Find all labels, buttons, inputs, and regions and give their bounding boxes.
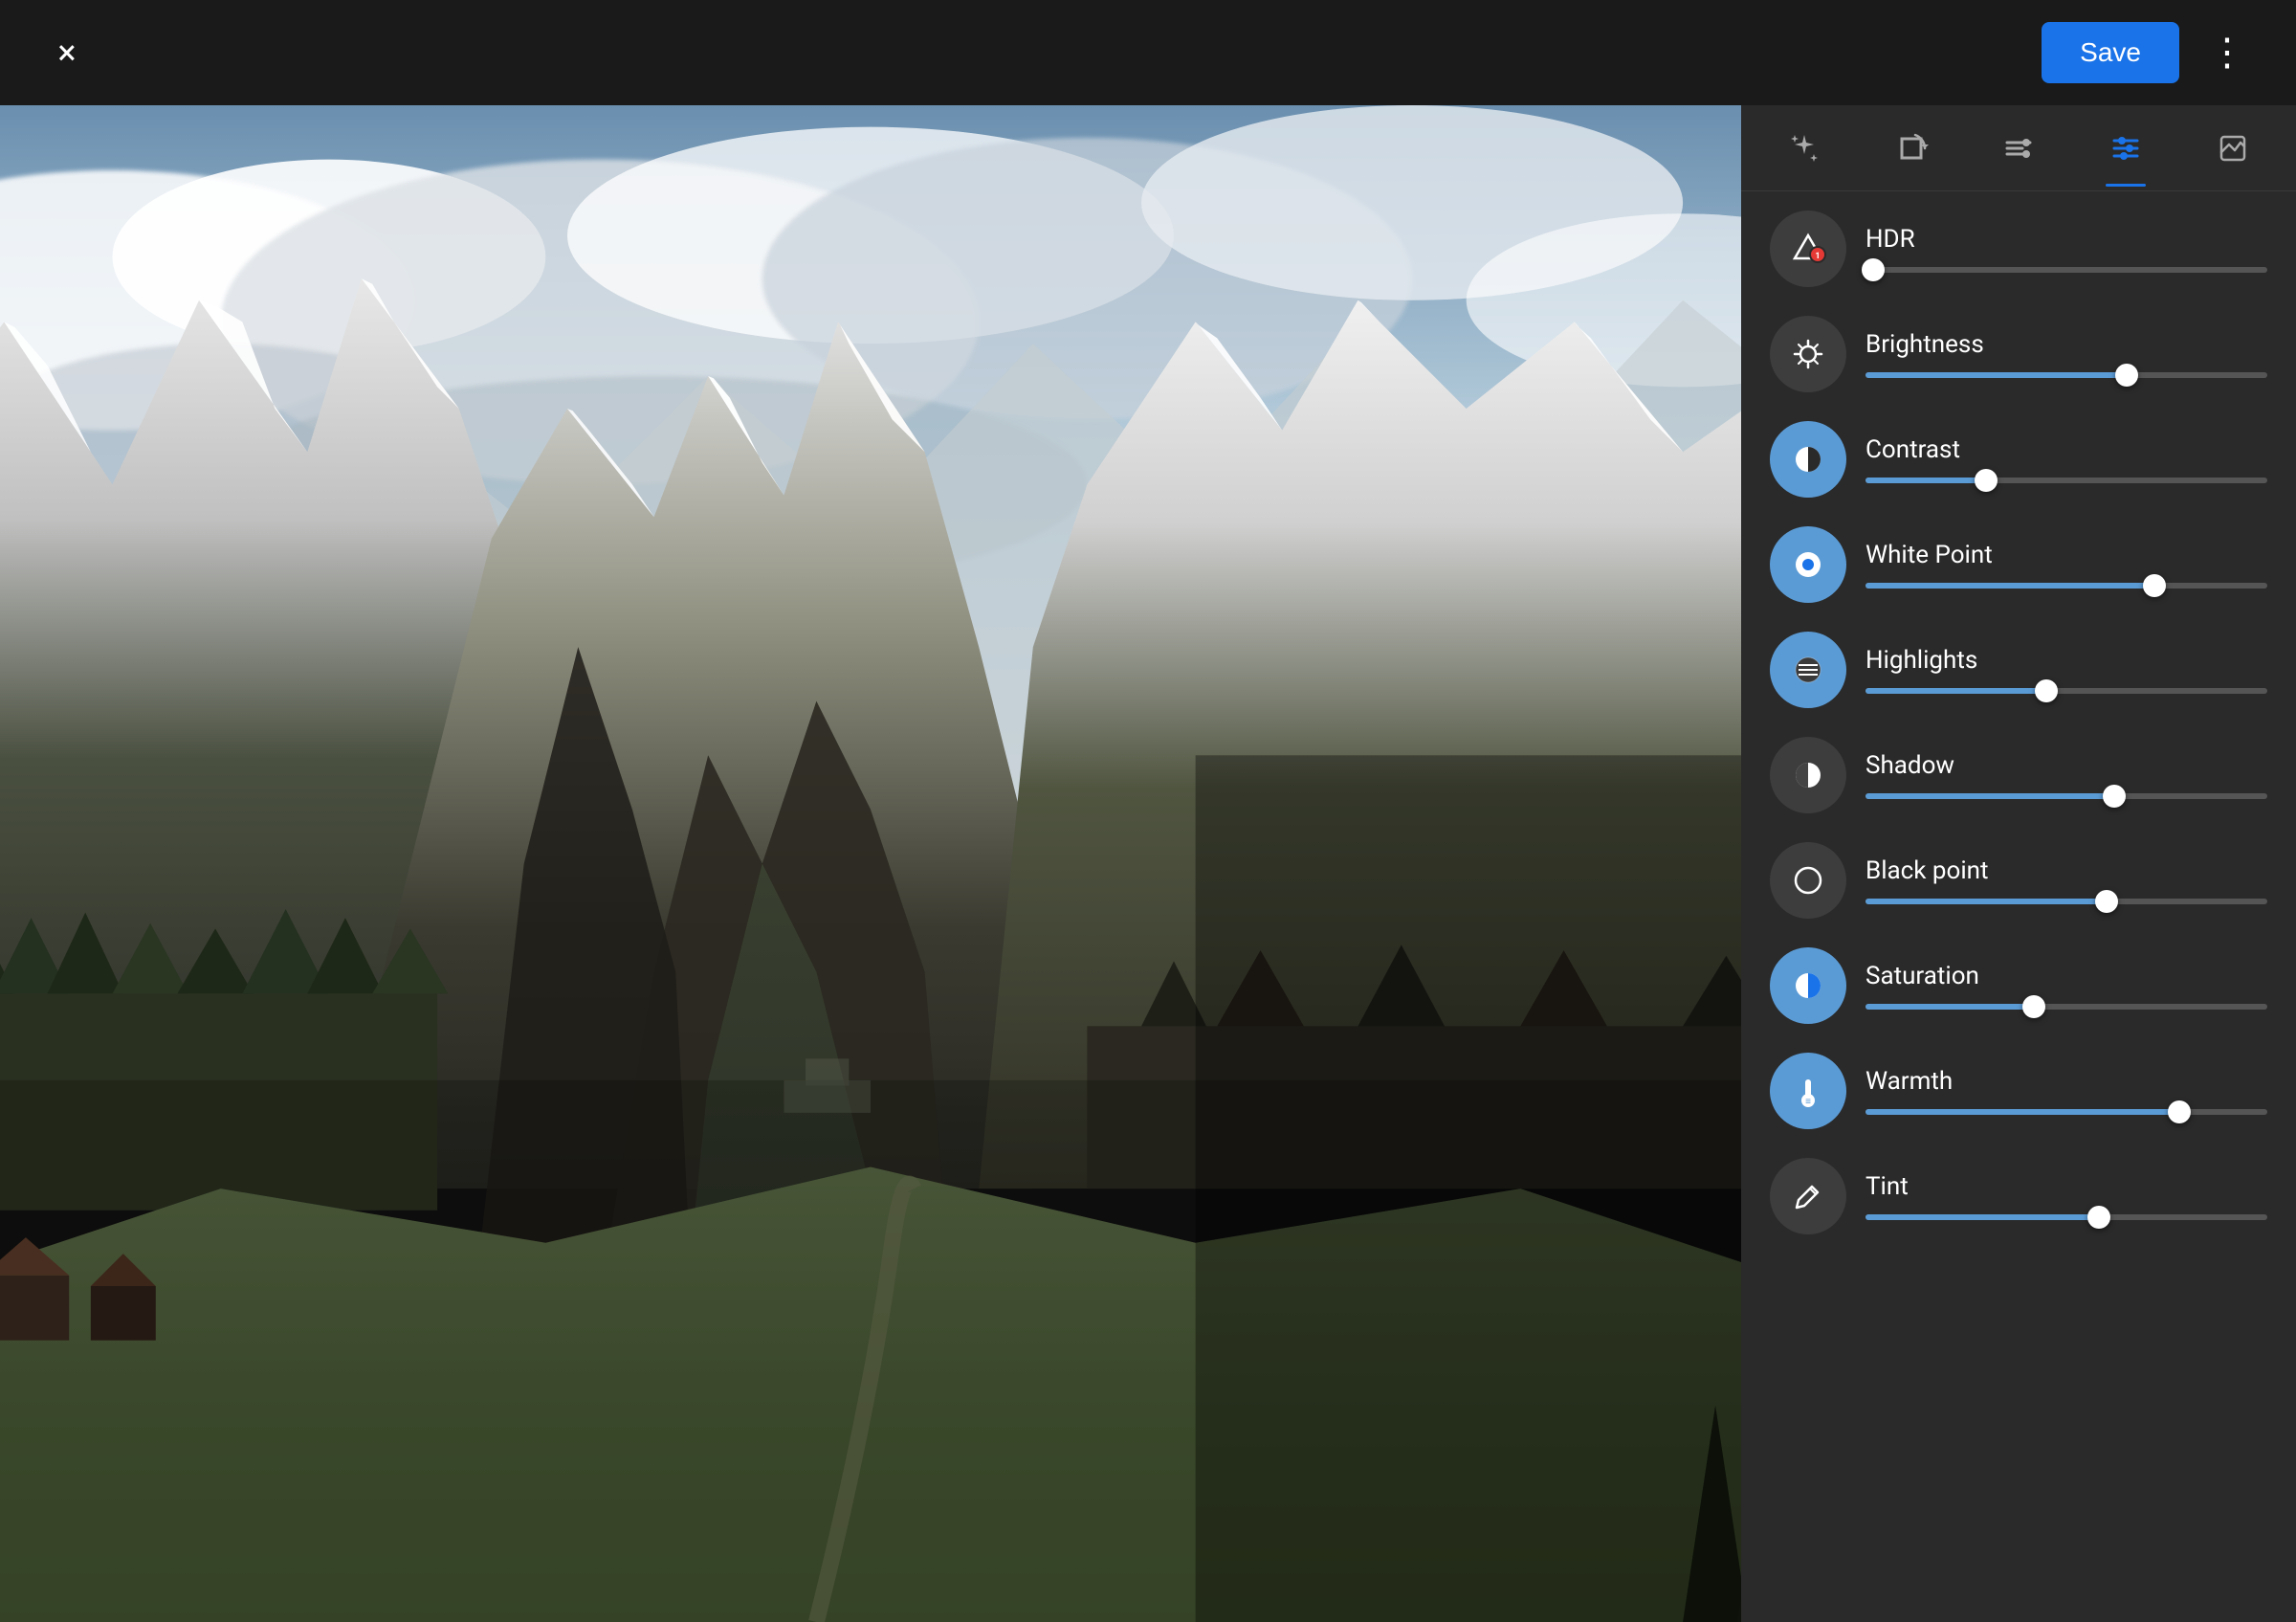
highlights-slider-thumb[interactable]: [2035, 679, 2058, 702]
close-button[interactable]: ×: [38, 24, 96, 81]
main-content: 1 HDR Brightness Contrast White Point Highlig…: [0, 105, 2296, 1622]
tint-content: Tint: [1866, 1172, 2267, 1220]
highlights-icon[interactable]: [1770, 632, 1846, 708]
brightness-slider[interactable]: [1866, 372, 2267, 378]
tool-icons-bar: [1741, 105, 2296, 191]
saturation-content: Saturation: [1866, 962, 2267, 1010]
adjustment-item-brightness: Brightness: [1770, 316, 2267, 392]
tool-icon-adjust[interactable]: [1985, 115, 2052, 182]
tint-icon[interactable]: [1770, 1158, 1846, 1234]
adjustment-item-hdr: 1 HDR: [1770, 211, 2267, 287]
warmth-content: Warmth: [1866, 1067, 2267, 1115]
saturation-slider[interactable]: [1866, 1004, 2267, 1010]
contrast-slider[interactable]: [1866, 478, 2267, 483]
top-bar: × Save ⋮: [0, 0, 2296, 105]
more-options-button[interactable]: ⋮: [2198, 24, 2258, 81]
white_point-slider[interactable]: [1866, 583, 2267, 589]
highlights-label: Highlights: [1866, 646, 2267, 675]
contrast-slider-thumb[interactable]: [1975, 469, 1998, 492]
svg-text:1: 1: [1815, 252, 1820, 261]
tool-icon-auto[interactable]: [1771, 115, 1838, 182]
brightness-content: Brightness: [1866, 330, 2267, 378]
warmth-icon[interactable]: ≡: [1770, 1053, 1846, 1129]
white_point-icon[interactable]: [1770, 526, 1846, 603]
warmth-slider-thumb[interactable]: [2168, 1100, 2191, 1123]
adjustment-item-highlights: Highlights: [1770, 632, 2267, 708]
tint-label: Tint: [1866, 1172, 2267, 1201]
adjustments-list: 1 HDR Brightness Contrast White Point Highlig…: [1741, 191, 2296, 1622]
tool-icon-crop[interactable]: [1878, 115, 1945, 182]
highlights-slider[interactable]: [1866, 688, 2267, 694]
adjustment-item-black_point: Black point: [1770, 842, 2267, 919]
hdr-icon[interactable]: 1: [1770, 211, 1846, 287]
tool-icon-markup[interactable]: [2199, 115, 2266, 182]
shadow-label: Shadow: [1866, 751, 2267, 780]
highlights-content: Highlights: [1866, 646, 2267, 694]
saturation-icon[interactable]: [1770, 947, 1846, 1024]
white_point-slider-thumb[interactable]: [2143, 574, 2166, 597]
black_point-icon[interactable]: [1770, 842, 1846, 919]
svg-text:≡: ≡: [1805, 1097, 1811, 1107]
white_point-label: White Point: [1866, 541, 2267, 569]
white_point-content: White Point: [1866, 541, 2267, 589]
adjustment-item-saturation: Saturation: [1770, 947, 2267, 1024]
adjustment-item-tint: Tint: [1770, 1158, 2267, 1234]
hdr-slider-thumb[interactable]: [1862, 258, 1885, 281]
black_point-label: Black point: [1866, 856, 2267, 885]
tint-slider[interactable]: [1866, 1214, 2267, 1220]
tint-slider-thumb[interactable]: [2087, 1206, 2110, 1229]
contrast-content: Contrast: [1866, 435, 2267, 483]
warmth-label: Warmth: [1866, 1067, 2267, 1096]
shadow-slider-thumb[interactable]: [2103, 785, 2126, 808]
right-panel: 1 HDR Brightness Contrast White Point Highlig…: [1741, 105, 2296, 1622]
adjustment-item-shadow: Shadow: [1770, 737, 2267, 813]
brightness-label: Brightness: [1866, 330, 2267, 359]
black_point-slider-thumb[interactable]: [2095, 890, 2118, 913]
tool-icon-filters[interactable]: [2092, 115, 2159, 182]
saturation-slider-thumb[interactable]: [2022, 995, 2045, 1018]
top-right-actions: Save ⋮: [2042, 22, 2258, 83]
warmth-slider[interactable]: [1866, 1109, 2267, 1115]
shadow-icon[interactable]: [1770, 737, 1846, 813]
hdr-slider[interactable]: [1866, 267, 2267, 273]
adjustment-item-warmth: ≡ Warmth: [1770, 1053, 2267, 1129]
adjustment-item-white_point: White Point: [1770, 526, 2267, 603]
contrast-icon[interactable]: [1770, 421, 1846, 498]
brightness-slider-thumb[interactable]: [2115, 364, 2138, 387]
black_point-content: Black point: [1866, 856, 2267, 904]
hdr-label: HDR: [1866, 225, 2267, 254]
saturation-label: Saturation: [1866, 962, 2267, 990]
contrast-label: Contrast: [1866, 435, 2267, 464]
hdr-content: HDR: [1866, 225, 2267, 273]
brightness-icon[interactable]: [1770, 316, 1846, 392]
photo-canvas: [0, 105, 1741, 1622]
adjustment-item-contrast: Contrast: [1770, 421, 2267, 498]
black_point-slider[interactable]: [1866, 899, 2267, 904]
shadow-slider[interactable]: [1866, 793, 2267, 799]
save-button[interactable]: Save: [2042, 22, 2179, 83]
shadow-content: Shadow: [1866, 751, 2267, 799]
image-area: [0, 105, 1741, 1622]
